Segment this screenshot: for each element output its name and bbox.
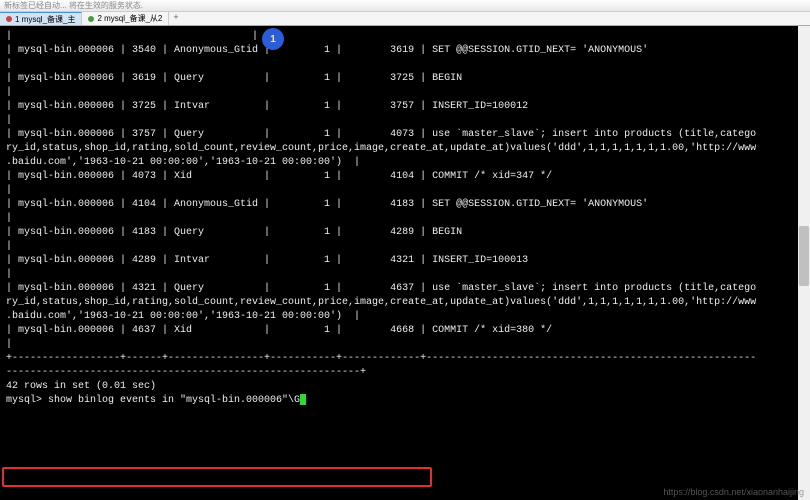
tab-mysql-master[interactable]: 1 mysql_备课_主 xyxy=(0,12,82,25)
tab-mysql-slave2[interactable]: 2 mysql_备课_从2 xyxy=(82,12,169,25)
terminal-line: ry_id,status,shop_id,rating,sold_count,r… xyxy=(6,142,804,156)
annotation-badge-label: 1 xyxy=(270,34,276,45)
terminal-line: .baidu.com','1963-10-21 00:00:00','1963-… xyxy=(6,310,804,324)
terminal-line: | xyxy=(6,212,804,226)
terminal-line: mysql> show binlog events in "mysql-bin.… xyxy=(6,394,804,408)
tab-add-button[interactable]: + xyxy=(169,12,182,25)
terminal-line: | mysql-bin.000006 | 4321 | Query | 1 | … xyxy=(6,282,804,296)
tab-label: 1 mysql_备课_主 xyxy=(15,14,75,25)
terminal-line: | xyxy=(6,184,804,198)
terminal-line: | xyxy=(6,86,804,100)
terminal-line: | mysql-bin.000006 | 4289 | Intvar | 1 |… xyxy=(6,254,804,268)
scrollbar-vertical[interactable] xyxy=(798,26,810,500)
terminal-line: | mysql-bin.000006 | 3619 | Query | 1 | … xyxy=(6,72,804,86)
terminal-line: | xyxy=(6,240,804,254)
tab-strip: 1 mysql_备课_主 2 mysql_备课_从2 + xyxy=(0,12,810,26)
terminal-line: .baidu.com','1963-10-21 00:00:00','1963-… xyxy=(6,156,804,170)
terminal-line: | mysql-bin.000006 | 3725 | Intvar | 1 |… xyxy=(6,100,804,114)
terminal-line: | xyxy=(6,338,804,352)
terminal-line: | mysql-bin.000006 | 3757 | Query | 1 | … xyxy=(6,128,804,142)
terminal-line: +------------------+------+-------------… xyxy=(6,352,804,366)
terminal-line: | xyxy=(6,268,804,282)
terminal-line: | xyxy=(6,114,804,128)
terminal-line: | | xyxy=(6,30,804,44)
watermark-text: https://blog.csdn.net/xiaonanhaijing xyxy=(663,487,804,497)
status-dot-icon xyxy=(6,16,12,22)
cursor-icon xyxy=(300,394,306,405)
terminal-line: ----------------------------------------… xyxy=(6,366,804,380)
terminal-line: | mysql-bin.000006 | 4073 | Xid | 1 | 41… xyxy=(6,170,804,184)
status-dot-icon xyxy=(88,16,94,22)
terminal-line: ry_id,status,shop_id,rating,sold_count,r… xyxy=(6,296,804,310)
annotation-badge: 1 xyxy=(262,28,284,50)
terminal-line: | mysql-bin.000006 | 4104 | Anonymous_Gt… xyxy=(6,198,804,212)
tab-label: 2 mysql_备课_从2 xyxy=(97,13,162,24)
terminal-line: | mysql-bin.000006 | 4637 | Xid | 1 | 46… xyxy=(6,324,804,338)
window-title-text: 新标签已经自动... 将在生效的服务状态. xyxy=(4,1,143,10)
window-title-bar: 新标签已经自动... 将在生效的服务状态. xyxy=(0,0,810,12)
terminal-line: 42 rows in set (0.01 sec) xyxy=(6,380,804,394)
terminal-line: | mysql-bin.000006 | 4183 | Query | 1 | … xyxy=(6,226,804,240)
terminal-line: | xyxy=(6,58,804,72)
terminal-output[interactable]: | || mysql-bin.000006 | 3540 | Anonymous… xyxy=(0,26,810,500)
scrollbar-thumb[interactable] xyxy=(799,226,809,286)
terminal-line: | mysql-bin.000006 | 3540 | Anonymous_Gt… xyxy=(6,44,804,58)
